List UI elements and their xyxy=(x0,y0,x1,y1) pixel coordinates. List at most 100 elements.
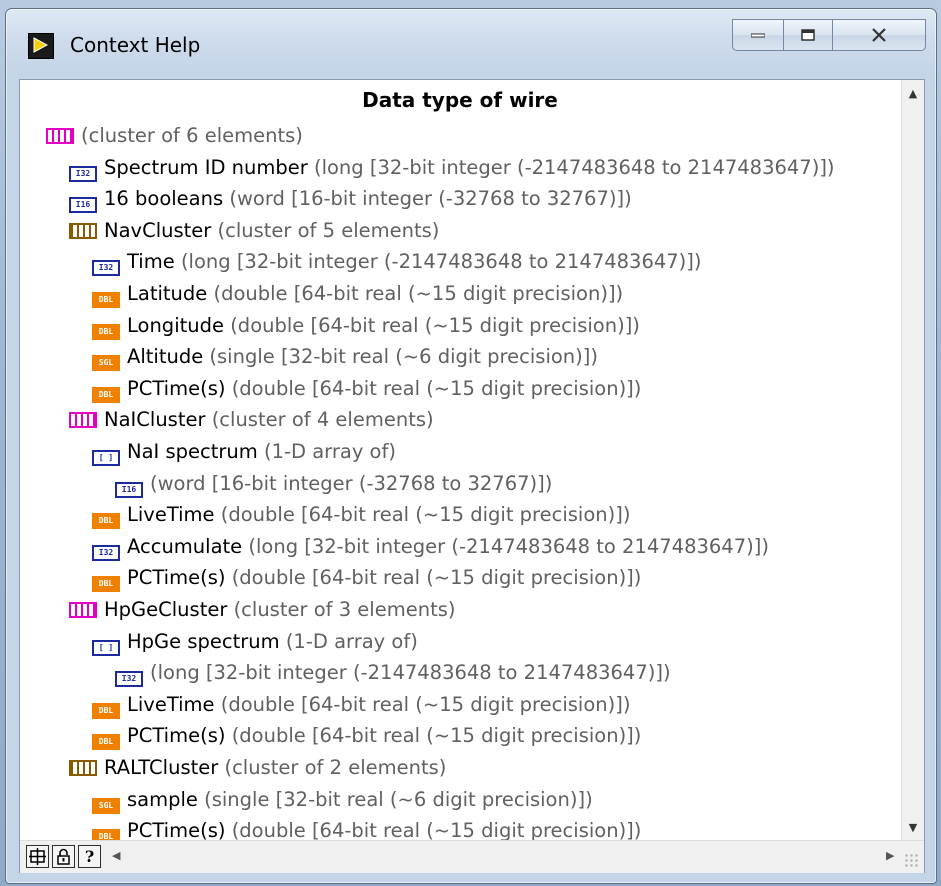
element-name: NaI spectrum xyxy=(127,440,258,463)
type-tree-row: DBL PCTime(s) (double [64-bit real (~15 d… xyxy=(92,377,641,403)
element-type-description: (word [16-bit integer (-32768 to 32767)]… xyxy=(229,187,632,211)
array-icon: [ ] xyxy=(92,639,120,656)
i32-icon: I32 xyxy=(115,671,143,688)
element-name: LiveTime xyxy=(127,503,215,527)
element-name: PCTime(s) xyxy=(127,819,226,840)
element-type-description: (cluster of 2 elements) xyxy=(224,756,447,779)
vertical-scrollbar[interactable]: ▲ ▼ xyxy=(901,80,924,840)
scroll-down-arrow-icon[interactable]: ▼ xyxy=(902,816,924,838)
dbl-icon: DBL xyxy=(92,576,120,593)
context-help-window: Context Help Data type of wire (cluster … xyxy=(5,8,937,884)
minimize-icon xyxy=(751,33,765,38)
help-heading: Data type of wire xyxy=(362,88,558,112)
type-tree-row: (cluster of 6 elements) xyxy=(46,124,303,148)
element-name: Spectrum ID number xyxy=(104,155,308,179)
type-tree-row: I16 16 booleans (word [16-bit integer (-3… xyxy=(69,187,632,214)
show-optional-terminals-icon xyxy=(29,848,46,865)
cluster-pink-icon xyxy=(69,412,97,429)
dbl-icon: DBL xyxy=(92,386,120,403)
show-optional-terminals-button[interactable] xyxy=(26,845,49,868)
dbl-icon: DBL xyxy=(92,323,120,340)
element-type-description: (cluster of 5 elements) xyxy=(217,218,440,242)
maximize-button[interactable] xyxy=(783,19,833,51)
type-tree-row: DBL LiveTime (double [64-bit real (~15 di… xyxy=(92,503,631,530)
cluster-brown-icon xyxy=(69,222,97,239)
sgl-icon: SGL xyxy=(92,797,120,814)
element-name: NavCluster xyxy=(104,218,212,242)
element-name: PCTime(s) xyxy=(127,376,226,400)
resize-grip-icon[interactable] xyxy=(904,853,920,869)
type-tree-row: SGL sample (single [32-bit real (~6 digit… xyxy=(92,788,593,814)
lock-button[interactable] xyxy=(52,845,75,868)
i32-icon: I32 xyxy=(69,165,97,182)
element-type-description: (word [16-bit integer (-32768 to 32767)]… xyxy=(150,471,553,495)
close-button[interactable] xyxy=(832,19,926,51)
lock-icon xyxy=(57,848,70,865)
element-type-description: (cluster of 6 elements) xyxy=(81,124,303,147)
cluster-pink-icon xyxy=(46,128,74,144)
element-type-description: (1-D array of) xyxy=(285,629,418,653)
element-type-description: (double [64-bit real (~15 digit precisio… xyxy=(231,566,642,590)
scroll-right-arrow-icon[interactable]: ▶ xyxy=(886,849,894,862)
element-type-description: (single [32-bit real (~6 digit precision… xyxy=(209,345,598,369)
element-name: Latitude xyxy=(127,282,208,305)
type-tree-row: DBL Longitude (double [64-bit real (~15 d… xyxy=(92,314,640,340)
i32-icon: I32 xyxy=(92,260,120,277)
element-type-description: (single [32-bit real (~6 digit precision… xyxy=(204,787,593,811)
element-name: RALTCluster xyxy=(104,756,219,779)
type-tree-row: DBL PCTime(s) (double [64-bit real (~15 d… xyxy=(92,724,641,751)
element-name: Accumulate xyxy=(127,534,243,558)
cluster-pink-icon xyxy=(69,602,97,618)
window-title: Context Help xyxy=(70,33,201,57)
dbl-icon: DBL xyxy=(92,734,120,751)
type-tree-row: DBL Latitude (double [64-bit real (~15 di… xyxy=(92,282,623,308)
element-name: PCTime(s) xyxy=(127,724,226,748)
element-name: PCTime(s) xyxy=(127,566,226,590)
i32-icon: I32 xyxy=(92,544,120,561)
element-type-description: (long [32-bit integer (-2147483648 to 21… xyxy=(150,661,671,685)
minimize-button[interactable] xyxy=(732,19,784,51)
type-tree-row: RALTCluster (cluster of 2 elements) xyxy=(69,756,446,780)
dbl-icon: DBL xyxy=(92,292,120,308)
scroll-up-arrow-icon[interactable]: ▲ xyxy=(902,82,924,104)
element-type-description: (long [32-bit integer (-2147483648 to 21… xyxy=(313,155,835,179)
type-tree-row: I32 Time (long [32-bit integer (-21474836… xyxy=(92,250,702,277)
type-tree-row: [ ] HpGe spectrum (1-D array of) xyxy=(92,630,418,656)
type-tree-row: HpGeCluster (cluster of 3 elements) xyxy=(69,598,455,622)
type-tree-row: I32 Spectrum ID number (long [32-bit inte… xyxy=(69,156,835,182)
type-tree-row: DBL LiveTime (double [64-bit real (~15 di… xyxy=(92,693,630,719)
bottom-toolbar: ? ◀ ▶ xyxy=(20,840,924,873)
array-icon: [ ] xyxy=(92,450,120,466)
i16-icon: I16 xyxy=(115,481,143,498)
dbl-icon: DBL xyxy=(92,513,120,530)
type-tree-row: I32 (long [32-bit integer (-2147483648 to… xyxy=(115,661,671,688)
element-type-description: (cluster of 4 elements) xyxy=(211,408,434,432)
element-type-description: (double [64-bit real (~15 digit precisio… xyxy=(220,503,631,527)
type-tree-row: DBL PCTime(s) (double [64-bit real (~15 d… xyxy=(92,566,642,593)
element-name: NaICluster xyxy=(104,408,206,432)
close-icon xyxy=(872,28,886,42)
help-content: Data type of wire (cluster of 6 elements… xyxy=(20,80,900,840)
dbl-icon: DBL xyxy=(92,702,120,719)
element-type-description: (double [64-bit real (~15 digit precisio… xyxy=(220,692,631,716)
element-name: Altitude xyxy=(127,345,204,369)
type-tree-row: NaICluster (cluster of 4 elements) xyxy=(69,408,434,432)
maximize-icon xyxy=(801,29,815,41)
element-name: HpGe spectrum xyxy=(127,629,280,653)
scroll-left-arrow-icon[interactable]: ◀ xyxy=(112,849,120,862)
type-tree-row: SGL Altitude (single [32-bit real (~6 dig… xyxy=(92,345,598,372)
type-tree-row: [ ] NaI spectrum (1-D array of) xyxy=(92,440,396,466)
element-type-description: (cluster of 3 elements) xyxy=(233,598,456,621)
type-tree-row: I32 Accumulate (long [32-bit integer (-21… xyxy=(92,535,769,561)
detailed-help-icon: ? xyxy=(84,847,95,866)
type-tree-row: NavCluster (cluster of 5 elements) xyxy=(69,219,439,243)
dbl-icon: DBL xyxy=(92,829,120,840)
title-bar[interactable]: Context Help xyxy=(6,9,936,73)
element-type-description: (double [64-bit real (~15 digit precisio… xyxy=(230,313,640,337)
i16-icon: I16 xyxy=(69,197,97,214)
type-tree-row: DBL PCTime(s) (double [64-bit real (~15 d… xyxy=(92,819,641,840)
element-name: LiveTime xyxy=(127,692,215,716)
help-panel: Data type of wire (cluster of 6 elements… xyxy=(19,79,925,873)
element-type-description: (long [32-bit integer (-2147483648 to 21… xyxy=(248,534,769,558)
detailed-help-button[interactable]: ? xyxy=(78,845,101,868)
